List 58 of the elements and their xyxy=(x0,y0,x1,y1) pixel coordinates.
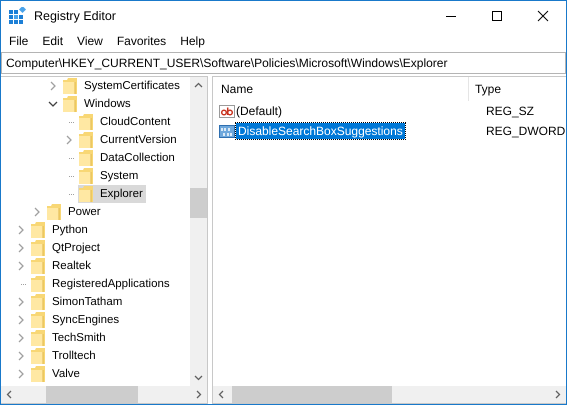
folder-icon xyxy=(30,311,46,329)
folder-icon xyxy=(30,293,46,311)
vertical-scrollbar[interactable] xyxy=(190,77,208,386)
folder-icon xyxy=(30,257,46,275)
folder-icon xyxy=(30,239,46,257)
tree-item[interactable]: DataCollection xyxy=(78,149,178,167)
folder-icon xyxy=(62,77,78,95)
folder-icon xyxy=(78,167,94,185)
horizontal-scrollbar[interactable] xyxy=(1,386,208,403)
tree-item[interactable]: Valve xyxy=(30,365,83,383)
scrollbar-thumb[interactable] xyxy=(232,386,392,403)
horizontal-scrollbar[interactable] xyxy=(213,386,566,403)
maximize-icon xyxy=(491,10,503,22)
value-name[interactable]: (Default) xyxy=(236,104,486,118)
menu-item[interactable]: Edit xyxy=(36,34,70,48)
tree-item[interactable]: QtProject xyxy=(30,239,103,257)
scrollbar-thumb[interactable] xyxy=(190,188,208,218)
tree-item[interactable]: Explorer xyxy=(78,185,146,203)
folder-icon xyxy=(78,131,94,149)
folder-icon xyxy=(46,203,62,221)
folder-icon xyxy=(30,275,46,293)
folder-icon xyxy=(62,95,78,113)
value-type: REG_DWORD xyxy=(486,124,566,138)
address-field[interactable]: Computer\HKEY_CURRENT_USER\Software\Policies\Microsoft\Windows\Explorer xyxy=(1,52,566,74)
menu-item[interactable]: File xyxy=(3,34,34,48)
tree-item[interactable]: SystemCertificates xyxy=(62,77,183,95)
tree-item[interactable]: TechSmith xyxy=(30,329,109,347)
folder-icon xyxy=(30,365,46,383)
binary-value-icon xyxy=(219,123,235,139)
tree-item[interactable]: SimonTatham xyxy=(30,293,126,311)
folder-icon xyxy=(30,329,46,347)
menu-item[interactable]: View xyxy=(71,34,109,48)
tree-item[interactable]: CurrentVersion xyxy=(78,131,180,149)
tree-item[interactable]: Realtek xyxy=(30,257,94,275)
close-icon xyxy=(537,10,549,22)
tree-item[interactable]: Trolltech xyxy=(30,347,99,365)
tree-item[interactable]: RegisteredApplications xyxy=(30,275,173,293)
column-header[interactable]: Name xyxy=(213,77,469,101)
menu-item[interactable]: Favorites xyxy=(110,34,172,48)
folder-icon xyxy=(78,149,94,167)
tree-item[interactable]: Windows xyxy=(62,95,134,113)
value-type: REG_SZ xyxy=(486,104,536,118)
folder-icon xyxy=(30,221,46,239)
scrollbar-thumb[interactable] xyxy=(46,386,138,403)
tree-item[interactable]: SyncEngines xyxy=(30,311,122,329)
tree-item[interactable]: Python xyxy=(30,221,91,239)
tree-item[interactable]: Power xyxy=(46,203,104,221)
cubes-icon xyxy=(9,7,27,25)
folder-icon xyxy=(30,347,46,365)
window-title: Registry Editor xyxy=(34,9,116,23)
tree-item[interactable]: System xyxy=(78,167,142,185)
folder-icon xyxy=(78,185,94,203)
column-header[interactable]: Type xyxy=(469,77,502,101)
value-name[interactable]: DisableSearchBoxSuggestions xyxy=(236,123,405,139)
menu-item[interactable]: Help xyxy=(174,34,211,48)
text-value-icon xyxy=(219,103,235,119)
folder-icon xyxy=(78,113,94,131)
tree-item[interactable]: CloudContent xyxy=(78,113,174,131)
